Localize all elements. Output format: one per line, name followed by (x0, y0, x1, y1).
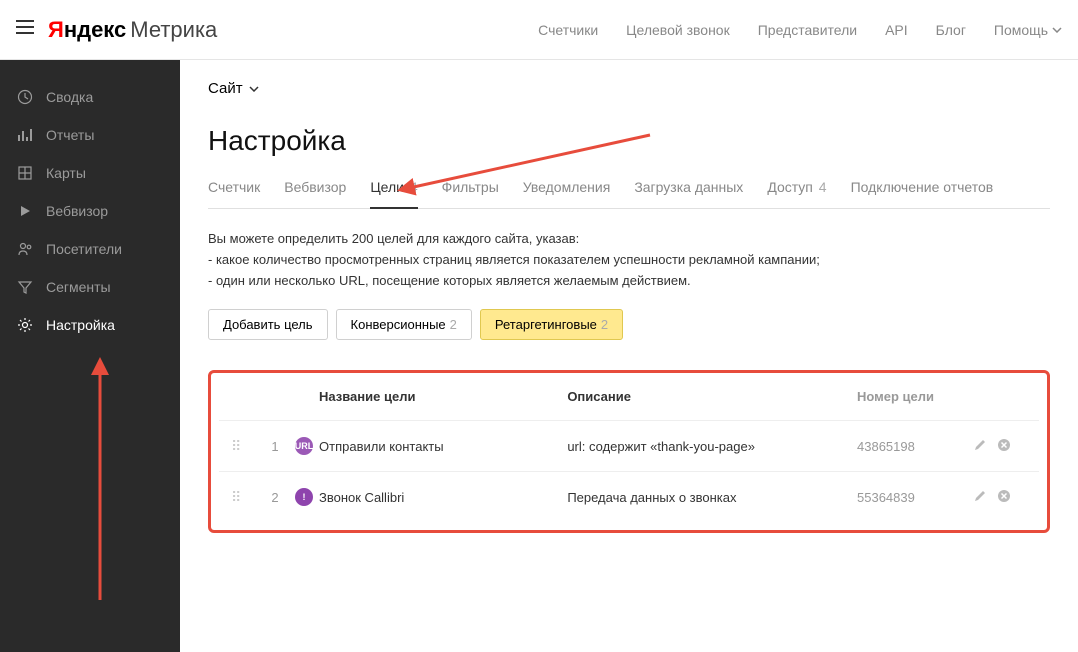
table-head: Название цели Описание Номер цели (219, 381, 1039, 420)
gear-icon (16, 316, 34, 334)
nav-help[interactable]: Помощь (994, 22, 1062, 38)
edit-icon[interactable] (973, 489, 987, 506)
retargeting-filter-button[interactable]: Ретаргетинговые 2 (480, 309, 623, 340)
sidebar-label-visitors: Посетители (46, 241, 122, 257)
edit-icon[interactable] (973, 438, 987, 455)
warning-badge-icon: ! (295, 488, 313, 506)
sidebar-label-summary: Сводка (46, 89, 93, 105)
goal-name: Отправили контакты (319, 439, 567, 454)
layout: Сводка Отчеты Карты Вебвизор Посетители … (0, 60, 1078, 652)
retargeting-label: Ретаргетинговые (495, 317, 597, 332)
users-icon (16, 240, 34, 258)
bar-chart-icon (16, 126, 34, 144)
goal-id: 43865198 (857, 439, 957, 454)
sidebar: Сводка Отчеты Карты Вебвизор Посетители … (0, 60, 180, 652)
retargeting-count: 2 (601, 317, 608, 332)
sidebar-item-webvisor[interactable]: Вебвизор (0, 192, 180, 230)
tab-counter[interactable]: Счетчик (208, 179, 260, 208)
nav-representatives[interactable]: Представители (758, 22, 857, 38)
sidebar-label-maps: Карты (46, 165, 86, 181)
tab-goals[interactable]: Цели 4 (370, 179, 417, 209)
tab-notifications[interactable]: Уведомления (523, 179, 611, 208)
info-line1: Вы можете определить 200 целей для каждо… (208, 229, 1050, 250)
grid-icon (16, 164, 34, 182)
logo-letter-y: Я (48, 17, 64, 42)
settings-tabs: Счетчик Вебвизор Цели 4 Фильтры Уведомле… (208, 179, 1050, 209)
table-row: ⠿ 2 ! Звонок Callibri Передача данных о … (219, 471, 1039, 522)
row-num: 1 (261, 439, 289, 454)
sidebar-item-reports[interactable]: Отчеты (0, 116, 180, 154)
head-id: Номер цели (857, 389, 957, 404)
top-nav: Счетчики Целевой звонок Представители AP… (538, 22, 1062, 38)
sidebar-label-segments: Сегменты (46, 279, 111, 295)
nav-target-call[interactable]: Целевой звонок (626, 22, 730, 38)
info-text: Вы можете определить 200 целей для каждо… (208, 229, 1050, 291)
head-desc: Описание (567, 389, 857, 404)
goal-desc: Передача данных о звонках (567, 490, 857, 505)
tab-upload[interactable]: Загрузка данных (634, 179, 743, 208)
funnel-icon (16, 278, 34, 296)
goals-table-highlight: Название цели Описание Номер цели ⠿ 1 UR… (208, 370, 1050, 533)
drag-handle-icon[interactable]: ⠿ (231, 438, 241, 454)
logo-metrika: Метрика (130, 17, 217, 43)
conversion-count: 2 (450, 317, 457, 332)
sidebar-item-summary[interactable]: Сводка (0, 78, 180, 116)
play-icon (16, 202, 34, 220)
nav-blog[interactable]: Блог (936, 22, 966, 38)
delete-icon[interactable] (997, 438, 1011, 455)
conversion-label: Конверсионные (351, 317, 446, 332)
sidebar-item-segments[interactable]: Сегменты (0, 268, 180, 306)
tab-access-count: 4 (819, 179, 827, 195)
table-row: ⠿ 1 URL Отправили контакты url: содержит… (219, 420, 1039, 471)
site-selector[interactable]: Сайт (208, 80, 259, 97)
site-selector-label: Сайт (208, 80, 243, 97)
url-badge-icon: URL (295, 437, 313, 455)
goal-id: 55364839 (857, 490, 957, 505)
info-line3: - один или несколько URL, посещение кото… (208, 271, 1050, 292)
sidebar-item-maps[interactable]: Карты (0, 154, 180, 192)
info-line2: - какое количество просмотренных страниц… (208, 250, 1050, 271)
nav-api[interactable]: API (885, 22, 908, 38)
sidebar-item-settings[interactable]: Настройка (0, 306, 180, 344)
goal-name: Звонок Callibri (319, 490, 567, 505)
head-name: Название цели (319, 389, 567, 404)
conversion-filter-button[interactable]: Конверсионные 2 (336, 309, 472, 340)
sidebar-label-webvisor: Вебвизор (46, 203, 108, 219)
button-row: Добавить цель Конверсионные 2 Ретаргетин… (208, 309, 1050, 340)
tab-webvisor[interactable]: Вебвизор (284, 179, 346, 208)
main-content: Сайт Настройка Счетчик Вебвизор Цели 4 Ф… (180, 60, 1078, 652)
delete-icon[interactable] (997, 489, 1011, 506)
tab-goals-label: Цели (370, 179, 404, 195)
tab-access-label: Доступ (767, 179, 813, 195)
nav-help-label: Помощь (994, 22, 1048, 38)
sidebar-label-reports: Отчеты (46, 127, 94, 143)
tab-goals-count: 4 (410, 179, 418, 195)
tab-filters[interactable]: Фильтры (442, 179, 499, 208)
top-header: ЯЯндексндекс Метрика Счетчики Целевой зв… (0, 0, 1078, 60)
sidebar-label-settings: Настройка (46, 317, 115, 333)
nav-counters[interactable]: Счетчики (538, 22, 598, 38)
drag-handle-icon[interactable]: ⠿ (231, 489, 241, 505)
chevron-down-icon (1052, 27, 1062, 33)
clock-icon (16, 88, 34, 106)
logo[interactable]: ЯЯндексндекс Метрика (48, 17, 217, 43)
sidebar-item-visitors[interactable]: Посетители (0, 230, 180, 268)
chevron-down-icon (249, 86, 259, 92)
hamburger-icon[interactable] (16, 20, 34, 39)
tab-connect[interactable]: Подключение отчетов (851, 179, 994, 208)
goal-desc: url: содержит «thank-you-page» (567, 439, 857, 454)
tab-access[interactable]: Доступ 4 (767, 179, 826, 208)
row-num: 2 (261, 490, 289, 505)
page-title: Настройка (208, 125, 1050, 157)
add-goal-button[interactable]: Добавить цель (208, 309, 328, 340)
